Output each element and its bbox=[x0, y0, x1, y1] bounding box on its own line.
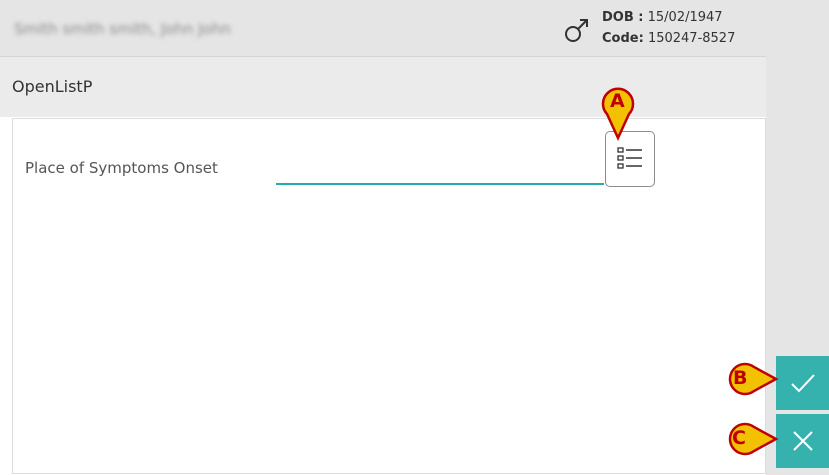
male-icon bbox=[565, 19, 588, 42]
checkmark-icon bbox=[790, 374, 815, 393]
patient-name: Smith smith smith, John John bbox=[14, 20, 231, 38]
form-title: OpenListP bbox=[12, 77, 93, 96]
dob-label: DOB : bbox=[602, 10, 644, 25]
callout-c-label: C bbox=[732, 427, 746, 449]
field-label: Place of Symptoms Onset bbox=[25, 159, 218, 177]
form-title-bar: OpenListP bbox=[0, 57, 766, 117]
patient-header: Smith smith smith, John John DOB : 15/02… bbox=[0, 0, 766, 57]
callout-a-label: A bbox=[610, 90, 625, 112]
cancel-button[interactable] bbox=[776, 414, 829, 468]
callout-b-label: B bbox=[733, 367, 748, 389]
callout-c-marker bbox=[728, 422, 779, 456]
confirm-button[interactable] bbox=[776, 356, 829, 410]
list-icon bbox=[617, 147, 642, 169]
code-value: 150247-8527 bbox=[647, 31, 736, 46]
close-icon bbox=[792, 431, 813, 451]
callout-b-marker bbox=[728, 362, 779, 396]
place-of-symptoms-input[interactable] bbox=[276, 159, 604, 185]
dob-value: 15/02/1947 bbox=[647, 10, 723, 25]
patient-demographics: DOB : 15/02/1947 Code: 150247-8527 bbox=[602, 7, 735, 49]
code-label: Code: bbox=[602, 31, 644, 46]
form-content: Place of Symptoms Onset bbox=[12, 118, 766, 474]
